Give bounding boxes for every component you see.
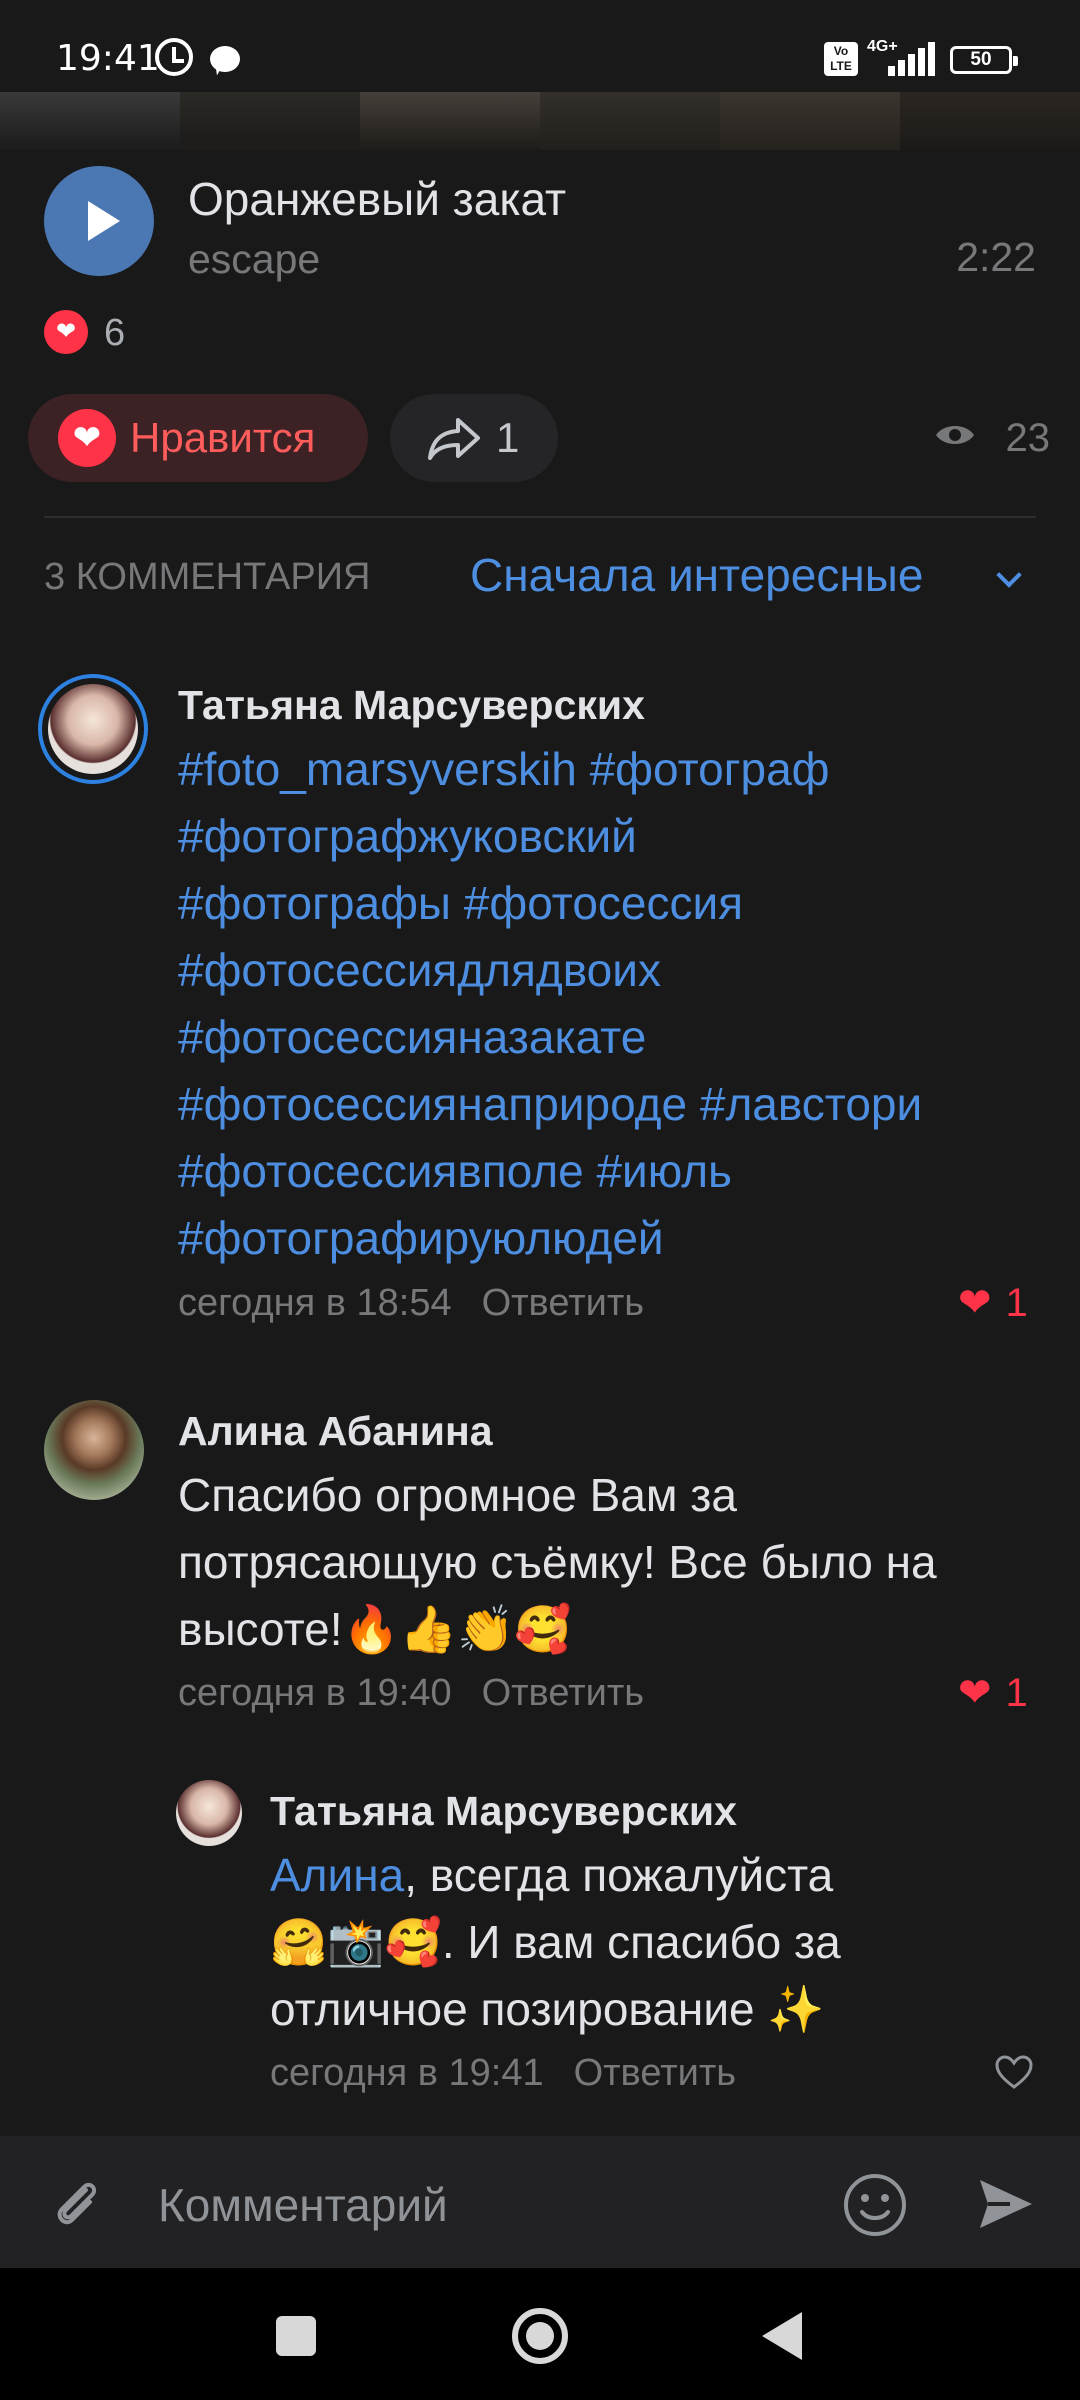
emoji-icon[interactable] xyxy=(842,2172,908,2238)
like-button[interactable]: ❤ Нравится xyxy=(28,394,368,482)
post-photo[interactable] xyxy=(540,92,720,150)
comment-input[interactable]: Комментарий xyxy=(158,2178,448,2232)
chevron-down-icon[interactable] xyxy=(996,562,1022,588)
comment-author[interactable]: Татьяна Марсуверских xyxy=(178,682,645,729)
views-count: 23 xyxy=(1005,416,1051,460)
like-label: Нравится xyxy=(130,414,316,461)
share-icon xyxy=(428,418,480,460)
comments-count: 3 КОММЕНТАРИЯ xyxy=(44,556,371,598)
hashtag-line[interactable]: #фотографы #фотосессия xyxy=(178,870,922,937)
comment: Татьяна Марсуверских #foto_marsyverskih … xyxy=(0,660,1080,1340)
reactions-count[interactable]: 6 xyxy=(104,312,125,355)
comment-time: сегодня в 19:41 xyxy=(270,2052,544,2094)
comment-line: отличное позирование ✨ xyxy=(270,1983,825,2035)
post-photo-strip[interactable] xyxy=(0,92,1080,150)
comment-line: потрясающую съёмку! Все было на xyxy=(178,1536,937,1588)
reply-button[interactable]: Ответить xyxy=(482,1672,644,1714)
status-bar: 19:41 Vo LTE 4G+ 50 xyxy=(0,0,1080,92)
mention-link[interactable]: Алина xyxy=(270,1849,404,1901)
post-photo[interactable] xyxy=(360,92,540,150)
track-artist[interactable]: escape xyxy=(188,236,320,283)
post-photo[interactable] xyxy=(720,92,900,150)
heart-icon: ❤ xyxy=(958,1281,992,1325)
comment-author[interactable]: Татьяна Марсуверских xyxy=(270,1788,737,1835)
post-photo[interactable] xyxy=(900,92,1080,150)
play-button[interactable] xyxy=(44,166,154,276)
hashtag-line[interactable]: #фотосессиянаприроде #лавстори xyxy=(178,1071,922,1138)
comment-line: высоте!🔥👍👏🥰 xyxy=(178,1603,572,1655)
track-title[interactable]: Оранжевый закат xyxy=(188,172,566,226)
comment-likes-count: 1 xyxy=(1005,1281,1028,1325)
comment-like-button[interactable]: ❤ 1 xyxy=(958,1670,1028,1716)
hashtag-line[interactable]: #foto_marsyverskih #фотограф xyxy=(178,736,922,803)
heart-icon: ❤ xyxy=(958,1671,992,1715)
comment-likes-count: 1 xyxy=(1005,1671,1028,1715)
hashtag-line[interactable]: #фотосессиявполе #июль xyxy=(178,1138,922,1205)
volte-icon: Vo LTE xyxy=(824,42,858,76)
comment-line: Алина, всегда пожалуйста xyxy=(270,1842,841,1909)
reply-comment: Татьяна Марсуверских Алина, всегда пожал… xyxy=(0,1770,1080,2110)
post-photo[interactable] xyxy=(180,92,360,150)
hashtag-line[interactable]: #фотосессияназакате xyxy=(178,1004,922,1071)
divider xyxy=(44,516,1036,518)
eye-icon xyxy=(936,426,974,444)
share-button[interactable]: 1 xyxy=(390,394,558,482)
recent-apps-button[interactable] xyxy=(276,2316,316,2356)
battery-icon: 50 xyxy=(950,46,1018,74)
comment-time: сегодня в 18:54 xyxy=(178,1282,452,1324)
heart-reaction-icon[interactable]: ❤ xyxy=(44,310,88,354)
heart-icon: ❤ xyxy=(58,409,116,467)
hashtag-line[interactable]: #фотографируюлюдей xyxy=(178,1205,922,1272)
share-count: 1 xyxy=(496,414,520,461)
comment-meta: сегодня в 19:40 Ответить xyxy=(178,1672,644,1715)
comment-meta: сегодня в 19:41 Ответить xyxy=(270,2052,736,2095)
alarm-icon xyxy=(155,38,193,76)
status-time: 19:41 xyxy=(56,38,160,79)
avatar[interactable] xyxy=(44,1400,144,1500)
comment-text[interactable]: Алина, всегда пожалуйста 🤗📸🥰. И вам спас… xyxy=(270,1842,841,2043)
comment-text[interactable]: #foto_marsyverskih #фотограф #фотографжу… xyxy=(178,736,922,1272)
message-notification-icon xyxy=(210,46,240,72)
comment-text[interactable]: Спасибо огромное Вам за потрясающую съём… xyxy=(178,1462,937,1663)
back-button[interactable] xyxy=(762,2312,802,2360)
heart-outline-icon[interactable] xyxy=(994,2054,1034,2090)
avatar[interactable] xyxy=(38,674,148,784)
hashtag-line[interactable]: #фотографжуковский xyxy=(178,803,922,870)
paperclip-icon[interactable] xyxy=(48,2176,104,2232)
avatar[interactable] xyxy=(176,1780,242,1846)
home-button[interactable] xyxy=(512,2308,568,2364)
comment-time: сегодня в 19:40 xyxy=(178,1672,452,1714)
post-photo[interactable] xyxy=(0,92,180,150)
send-icon[interactable] xyxy=(976,2174,1036,2234)
comment-line: Спасибо огромное Вам за xyxy=(178,1469,737,1521)
comment: Алина Абанина Спасибо огромное Вам за по… xyxy=(0,1390,1080,1730)
comment-author[interactable]: Алина Абанина xyxy=(178,1408,493,1455)
reply-button[interactable]: Ответить xyxy=(574,2052,736,2094)
hashtag-line[interactable]: #фотосессиядлядвоих xyxy=(178,937,922,1004)
comment-line-rest: , всегда пожалуйста xyxy=(404,1849,834,1901)
comment-like-button[interactable]: ❤ 1 xyxy=(958,1280,1028,1326)
comment-meta: сегодня в 18:54 Ответить xyxy=(178,1282,644,1325)
comment-line: 🤗📸🥰. И вам спасибо за xyxy=(270,1916,841,1968)
track-duration: 2:22 xyxy=(956,234,1036,280)
sort-dropdown[interactable]: Сначала интересные xyxy=(470,548,923,602)
signal-icon xyxy=(888,42,936,76)
reply-button[interactable]: Ответить xyxy=(482,1282,644,1324)
